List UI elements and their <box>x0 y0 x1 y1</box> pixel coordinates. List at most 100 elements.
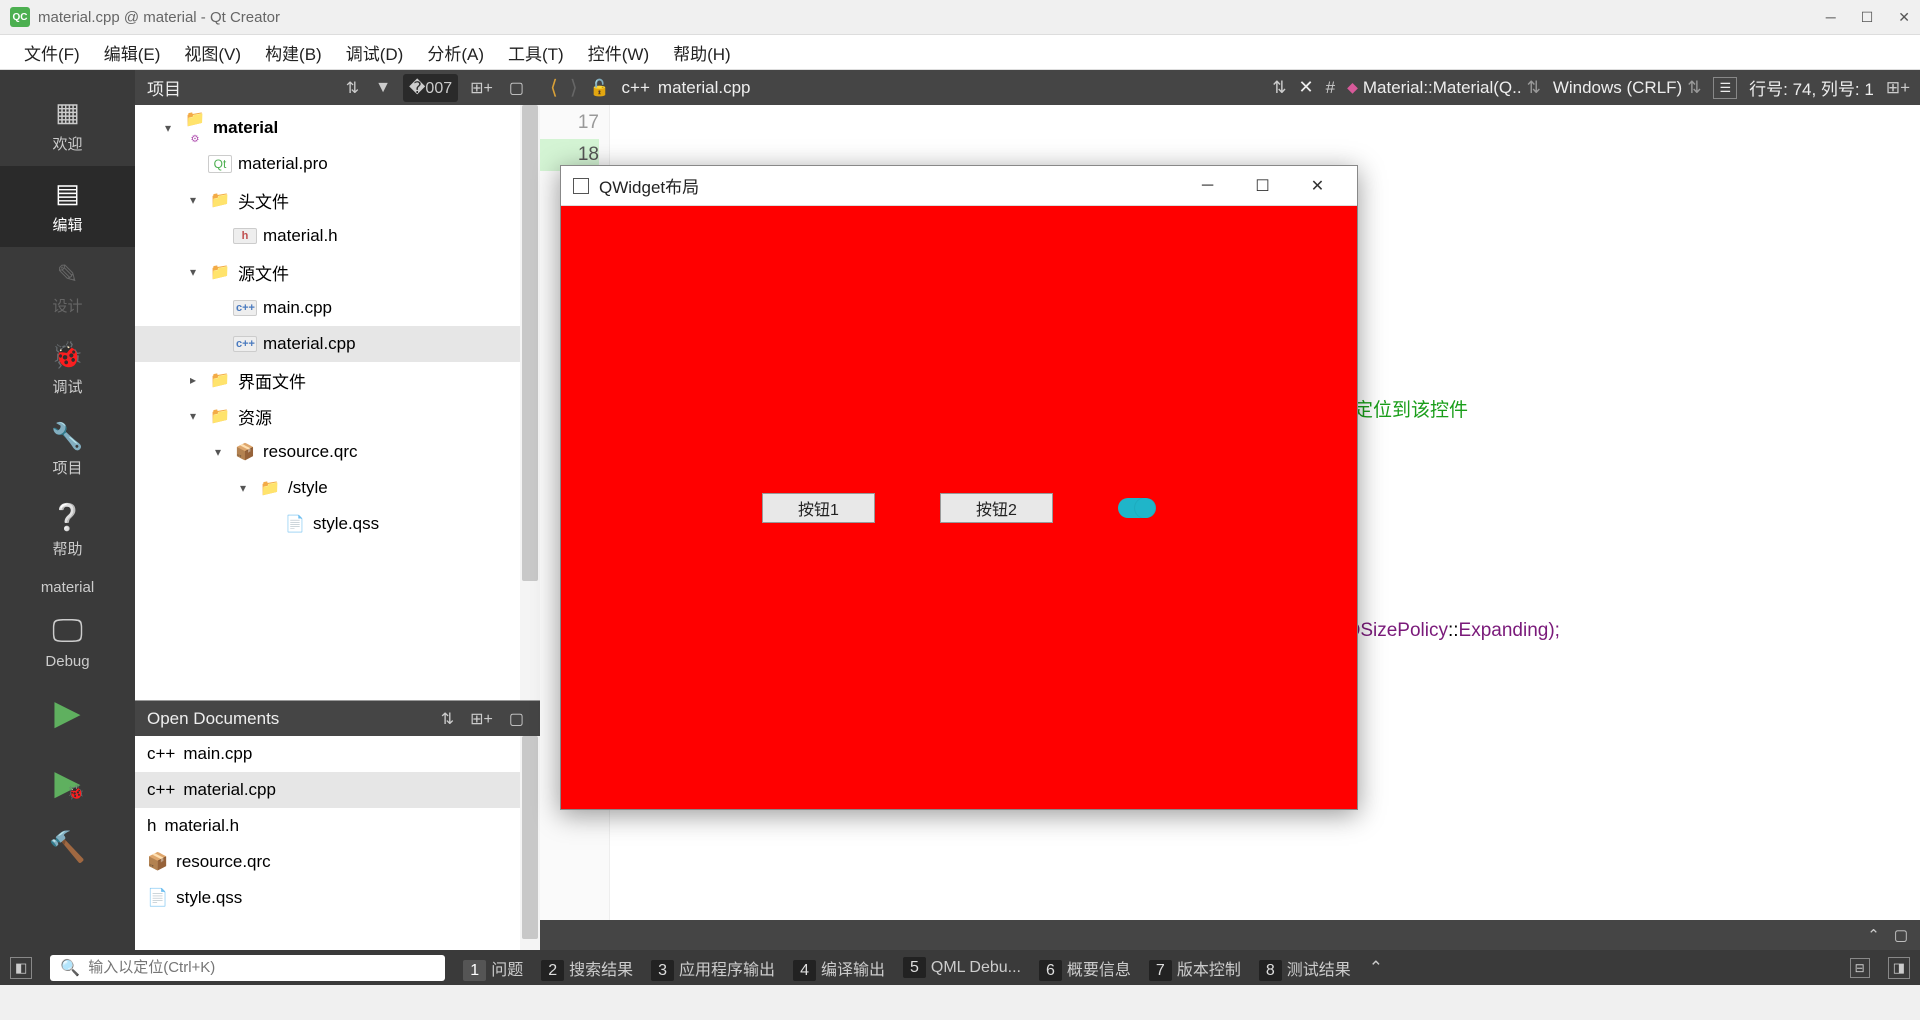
tree-headers-folder[interactable]: ▾📁头文件 <box>135 182 540 218</box>
encoding-selector[interactable]: Windows (CRLF)⇅ <box>1553 78 1702 98</box>
sidebar-toggle-icon[interactable]: ◧ <box>10 957 32 979</box>
progress-icon[interactable]: ⊟ <box>1850 958 1870 978</box>
symbol-selector[interactable]: ◆Material::Material(Q..⇅ <box>1347 78 1541 98</box>
qwidget-preview-window[interactable]: QWidget布局 ─ ☐ ✕ 按钮1 按钮2 <box>560 165 1358 810</box>
qwidget-close-icon[interactable]: ✕ <box>1290 176 1345 196</box>
window-title: material.cpp @ material - Qt Creator <box>38 9 1826 26</box>
folder-icon: 📁 <box>208 370 232 390</box>
qrc-file-icon: 📦 <box>147 852 168 872</box>
folder-icon: 📁 <box>208 406 232 426</box>
menu-analyze[interactable]: 分析(A) <box>415 35 496 70</box>
filter-icon[interactable]: ▼ <box>371 79 395 97</box>
cpp-file-icon: c++ <box>233 300 257 316</box>
build-config[interactable]: 🖵Debug <box>0 604 135 678</box>
menu-view[interactable]: 视图(V) <box>172 35 253 70</box>
tree-qrc-file[interactable]: ▾📦resource.qrc <box>135 434 540 470</box>
tree-forms-folder[interactable]: ▸📁界面文件 <box>135 362 540 398</box>
maximize-pane-icon[interactable]: ▢ <box>1894 926 1908 944</box>
outline-icon[interactable]: ☰ <box>1713 77 1737 99</box>
add-split-icon[interactable]: ⊞+ <box>466 709 497 729</box>
output-tab-tests[interactable]: 8测试结果 <box>1259 956 1351 980</box>
menu-widgets[interactable]: 控件(W) <box>576 35 661 70</box>
open-doc-item[interactable]: 📦resource.qrc <box>135 844 540 880</box>
maximize-icon[interactable]: ☐ <box>1861 9 1874 26</box>
qwidget-app-icon <box>573 178 589 194</box>
locator-search[interactable]: 🔍 <box>50 955 445 981</box>
nav-forward-icon[interactable]: ⟩ <box>570 75 578 100</box>
open-docs-list[interactable]: c++main.cpp c++material.cpp hmaterial.h … <box>135 736 540 950</box>
cpp-file-icon: c++ <box>233 336 257 352</box>
mode-debug[interactable]: 🐞调试 <box>0 328 135 409</box>
mode-help[interactable]: ❔帮助 <box>0 490 135 571</box>
tree-root[interactable]: ▾📁⚙material <box>135 110 540 146</box>
output-tab-vcs[interactable]: 7版本控制 <box>1149 956 1241 980</box>
tree-style-folder[interactable]: ▾📁/style <box>135 470 540 506</box>
menu-help[interactable]: 帮助(H) <box>661 35 743 70</box>
output-tab-app-output[interactable]: 3应用程序输出 <box>651 956 775 980</box>
qwidget-minimize-icon[interactable]: ─ <box>1180 177 1235 195</box>
output-tab-general[interactable]: 6概要信息 <box>1039 956 1131 980</box>
docs-scrollbar[interactable] <box>520 736 540 950</box>
tree-scrollbar[interactable] <box>520 105 540 700</box>
output-tab-search[interactable]: 2搜索结果 <box>541 956 633 980</box>
mode-bar: ▦欢迎 ▤编辑 ✎设计 🐞调试 🔧项目 ❔帮助 material 🖵Debug … <box>0 70 135 950</box>
menu-build[interactable]: 构建(B) <box>253 35 334 70</box>
qwidget-body: 按钮1 按钮2 <box>561 206 1357 809</box>
lock-icon[interactable]: 🔓 <box>590 78 610 98</box>
mode-welcome[interactable]: ▦欢迎 <box>0 85 135 166</box>
split-icon[interactable]: ⊞+ <box>1886 78 1910 98</box>
tree-header-file[interactable]: hmaterial.h <box>135 218 540 254</box>
build-button[interactable]: 🔨 <box>49 830 86 865</box>
tree-resources-folder[interactable]: ▾📁资源 <box>135 398 540 434</box>
file-selector[interactable]: c++material.cpp <box>622 78 751 98</box>
qwidget-title: QWidget布局 <box>599 173 1180 198</box>
mode-design[interactable]: ✎设计 <box>0 247 135 328</box>
close-icon[interactable]: ✕ <box>1898 9 1910 26</box>
output-tab-issues[interactable]: 1问题 <box>463 956 523 980</box>
sort-icon[interactable]: ⇅ <box>342 78 363 98</box>
menu-edit[interactable]: 编辑(E) <box>92 35 173 70</box>
menu-tools[interactable]: 工具(T) <box>496 35 576 70</box>
open-doc-item[interactable]: 📄style.qss <box>135 880 540 916</box>
output-tab-compile[interactable]: 4编译输出 <box>793 956 885 980</box>
qwidget-button-1[interactable]: 按钮1 <box>762 493 875 523</box>
open-doc-item[interactable]: hmaterial.h <box>135 808 540 844</box>
menu-debug[interactable]: 调试(D) <box>334 35 416 70</box>
minimize-icon[interactable]: ─ <box>1826 9 1836 26</box>
tree-source-main[interactable]: c++main.cpp <box>135 290 540 326</box>
qwidget-switch[interactable] <box>1118 498 1156 518</box>
project-tree[interactable]: ▾📁⚙material Qtmaterial.pro ▾📁头文件 hmateri… <box>135 105 540 700</box>
mode-projects[interactable]: 🔧项目 <box>0 409 135 490</box>
open-doc-item[interactable]: c++material.cpp <box>135 772 540 808</box>
sort-icon[interactable]: ⇅ <box>437 709 458 729</box>
close-file-icon[interactable]: ✕ <box>1299 77 1314 98</box>
locator-input[interactable] <box>88 959 435 976</box>
kit-selector[interactable]: material <box>0 571 135 604</box>
link-icon[interactable]: �007 <box>403 74 458 102</box>
right-sidebar-toggle-icon[interactable]: ◨ <box>1888 957 1910 979</box>
collapse-icon[interactable]: ▢ <box>505 78 528 98</box>
tree-pro-file[interactable]: Qtmaterial.pro <box>135 146 540 182</box>
tree-source-material[interactable]: c++material.cpp <box>135 326 540 362</box>
qwidget-maximize-icon[interactable]: ☐ <box>1235 176 1290 196</box>
nav-back-icon[interactable]: ⟨ <box>550 75 558 100</box>
sort-icon[interactable]: ⇅ <box>1272 78 1286 98</box>
tree-qss-file[interactable]: 📄style.qss <box>135 506 540 542</box>
add-split-icon[interactable]: ⊞+ <box>466 78 497 98</box>
grid-icon: ▦ <box>0 97 135 128</box>
open-doc-item[interactable]: c++main.cpp <box>135 736 540 772</box>
chevron-up-icon[interactable]: ⌃ <box>1867 926 1880 944</box>
output-tab-qml[interactable]: 5QML Debu... <box>903 959 1021 977</box>
pencil-icon: ✎ <box>0 259 135 290</box>
qwidget-titlebar[interactable]: QWidget布局 ─ ☐ ✕ <box>561 166 1357 206</box>
run-button[interactable]: ▶ <box>54 693 80 733</box>
chevron-up-icon[interactable]: ⌃ <box>1369 958 1383 978</box>
qwidget-button-2[interactable]: 按钮2 <box>940 493 1053 523</box>
menu-file[interactable]: 文件(F) <box>12 35 92 70</box>
mode-edit[interactable]: ▤编辑 <box>0 166 135 247</box>
open-docs-title: Open Documents <box>147 709 429 729</box>
debug-run-button[interactable]: ▶🐞 <box>54 763 80 803</box>
tree-sources-folder[interactable]: ▾📁源文件 <box>135 254 540 290</box>
collapse-icon[interactable]: ▢ <box>505 709 528 729</box>
open-docs-header: Open Documents ⇅ ⊞+ ▢ <box>135 701 540 736</box>
